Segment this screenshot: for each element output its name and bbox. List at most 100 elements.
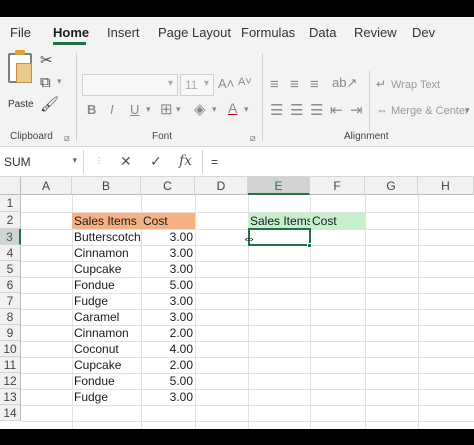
column-header-b[interactable]: B (72, 177, 141, 195)
worksheet-grid[interactable]: A B C D E F G H 1 2 3 4 5 6 7 8 9 10 11 … (0, 177, 474, 429)
table-row-cost[interactable]: 3.00 (141, 261, 195, 277)
table-row-item[interactable]: Cupcake (72, 357, 141, 373)
row-header-10[interactable]: 10 (0, 341, 21, 357)
column-header-c[interactable]: C (141, 177, 195, 195)
table-row-cost[interactable]: 3.00 (141, 389, 195, 405)
align-right-icon[interactable]: ☰ (310, 103, 323, 118)
bold-icon[interactable]: B (87, 103, 96, 116)
table-row-item[interactable]: Butterscotch (72, 229, 141, 245)
merge-center-icon[interactable]: ⇔ (376, 104, 388, 116)
increase-font-icon[interactable]: A˄ (218, 77, 234, 90)
italic-icon[interactable]: I (110, 103, 114, 116)
table-row-cost[interactable]: 2.00 (141, 357, 195, 373)
underline-icon[interactable]: U (130, 103, 139, 116)
row-header-9[interactable]: 9 (0, 325, 21, 341)
tab-insert[interactable]: Insert (107, 25, 140, 40)
table-row-cost[interactable]: 4.00 (141, 341, 195, 357)
active-cell-e3[interactable] (248, 228, 311, 246)
column-header-d[interactable]: D (195, 177, 248, 195)
font-color-icon[interactable]: A (228, 101, 237, 115)
format-painter-icon[interactable]: 🖌 (40, 97, 59, 112)
borders-icon[interactable]: ⊞ (160, 102, 173, 117)
align-left-icon[interactable]: ☰ (270, 103, 283, 118)
copy-dropdown-icon[interactable]: ▾ (57, 77, 62, 86)
underline-dropdown-icon[interactable]: ▾ (146, 105, 151, 114)
row-header-11[interactable]: 11 (0, 357, 21, 373)
borders-dropdown-icon[interactable]: ▾ (176, 105, 181, 114)
middle-align-icon[interactable]: ≡ (290, 77, 299, 92)
select-all-corner[interactable] (0, 177, 21, 195)
column-header-e[interactable]: E (248, 177, 310, 195)
insert-function-icon[interactable]: fx (179, 153, 192, 169)
row-header-5[interactable]: 5 (0, 261, 21, 277)
column-header-h[interactable]: H (418, 177, 474, 195)
tab-home[interactable]: Home (53, 25, 89, 40)
table-row-cost[interactable]: 2.00 (141, 325, 195, 341)
column-header-g[interactable]: G (365, 177, 418, 195)
align-center-icon[interactable]: ☰ (290, 103, 303, 118)
paste-icon[interactable] (8, 50, 32, 83)
table-row-item[interactable]: Caramel (72, 309, 141, 325)
orientation-icon[interactable]: ab↗ (332, 76, 357, 89)
increase-indent-icon[interactable]: ⇥ (350, 103, 363, 118)
column-header-a[interactable]: A (21, 177, 72, 195)
column-header-f[interactable]: F (310, 177, 365, 195)
row-header-8[interactable]: 8 (0, 309, 21, 325)
cell-f2-header[interactable]: Cost (310, 213, 365, 229)
tab-developer[interactable]: Dev (412, 25, 435, 40)
top-align-icon[interactable]: ≡ (270, 77, 279, 92)
merge-center-button[interactable]: Merge & Center (391, 105, 469, 117)
row-header-6[interactable]: 6 (0, 277, 21, 293)
table-row-cost[interactable]: 3.00 (141, 245, 195, 261)
table-row-cost[interactable]: 3.00 (141, 293, 195, 309)
bottom-align-icon[interactable]: ≡ (310, 77, 319, 92)
table-row-item[interactable]: Fondue (72, 277, 141, 293)
table-row-cost[interactable]: 3.00 (141, 229, 195, 245)
font-dialog-launcher-icon[interactable]: ⧄ (250, 133, 256, 144)
font-size-dropdown[interactable]: 11 ▾ (180, 74, 214, 96)
font-name-dropdown[interactable]: ▾ (82, 74, 178, 96)
table-row-item[interactable]: Fudge (72, 293, 141, 309)
enter-icon[interactable]: ✓ (150, 153, 162, 170)
merge-dropdown-icon[interactable]: ▾ (465, 106, 470, 115)
tab-formulas[interactable]: Formulas (241, 25, 295, 40)
formula-input[interactable]: = (202, 150, 474, 174)
row-header-3[interactable]: 3 (0, 229, 21, 245)
tab-data[interactable]: Data (309, 25, 336, 40)
font-color-dropdown-icon[interactable]: ▾ (244, 105, 249, 114)
row-header-7[interactable]: 7 (0, 293, 21, 309)
tab-page-layout[interactable]: Page Layout (158, 25, 231, 40)
cell-e2-header[interactable]: Sales Items (248, 213, 310, 229)
wrap-text-icon[interactable]: ↵ (376, 78, 386, 90)
paste-button-label[interactable]: Paste (8, 99, 34, 110)
copy-icon[interactable]: ⧉ (40, 75, 51, 90)
fill-handle[interactable] (307, 243, 312, 248)
fill-color-icon[interactable]: ◈ (194, 102, 206, 117)
row-header-4[interactable]: 4 (0, 245, 21, 261)
cancel-icon[interactable]: ✕ (120, 153, 132, 170)
cut-icon[interactable]: ✂ (40, 53, 53, 68)
cell-c2-header[interactable]: Cost (141, 213, 195, 229)
table-row-cost[interactable]: 5.00 (141, 277, 195, 293)
row-header-14[interactable]: 14 (0, 405, 21, 421)
row-header-13[interactable]: 13 (0, 389, 21, 405)
tab-review[interactable]: Review (354, 25, 397, 40)
tab-file[interactable]: File (10, 25, 31, 40)
cell-b2-header[interactable]: Sales Items (72, 213, 141, 229)
table-row-cost[interactable]: 3.00 (141, 309, 195, 325)
decrease-font-icon[interactable]: A˅ (238, 77, 252, 88)
row-header-1[interactable]: 1 (0, 195, 21, 212)
fill-color-dropdown-icon[interactable]: ▾ (212, 105, 217, 114)
table-row-cost[interactable]: 5.00 (141, 373, 195, 389)
name-box[interactable]: SUM ▾ (0, 150, 84, 174)
table-row-item[interactable]: Fondue (72, 373, 141, 389)
table-row-item[interactable]: Coconut (72, 341, 141, 357)
decrease-indent-icon[interactable]: ⇤ (330, 103, 343, 118)
table-row-item[interactable]: Cupcake (72, 261, 141, 277)
table-row-item[interactable]: Cinnamon (72, 325, 141, 341)
clipboard-dialog-launcher-icon[interactable]: ⧄ (64, 133, 70, 144)
row-header-12[interactable]: 12 (0, 373, 21, 389)
table-row-item[interactable]: Cinnamon (72, 245, 141, 261)
wrap-text-button[interactable]: Wrap Text (391, 79, 440, 91)
row-header-2[interactable]: 2 (0, 212, 21, 229)
